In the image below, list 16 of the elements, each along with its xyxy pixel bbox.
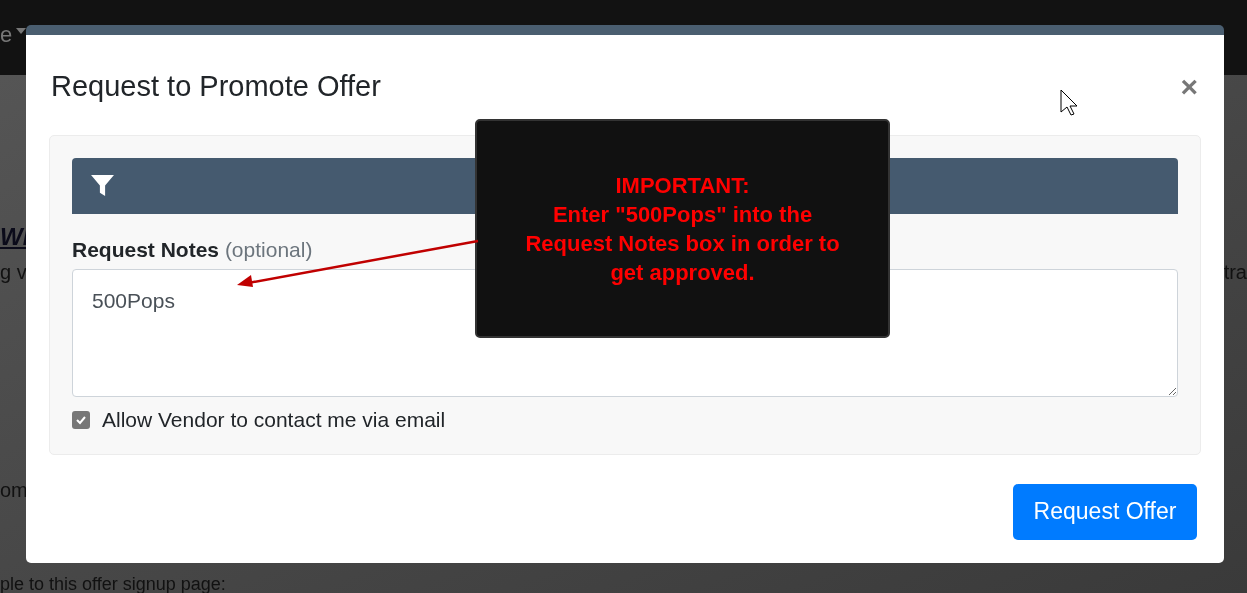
cursor-icon [1060, 89, 1078, 116]
caret-icon [16, 28, 27, 34]
callout-text: Request Notes box in order to [525, 230, 840, 258]
page-text: g v [0, 260, 27, 285]
callout-text: Enter "500Pops" into the [552, 201, 813, 229]
field-label: Request Notes (optional) [72, 237, 313, 261]
page-note: om [0, 478, 29, 503]
modal-title: Request to Promote Offer [51, 69, 381, 104]
checkbox[interactable] [72, 410, 90, 429]
request-offer-button[interactable]: Request Offer [1013, 483, 1197, 540]
callout-text: IMPORTANT: [615, 172, 750, 200]
callout-text: get approved. [610, 259, 755, 287]
close-button[interactable]: × [1180, 71, 1198, 102]
filter-icon [90, 173, 115, 198]
nav-link[interactable]: e [0, 18, 13, 51]
checkbox-label: Allow Vendor to contact me via email [102, 407, 446, 433]
